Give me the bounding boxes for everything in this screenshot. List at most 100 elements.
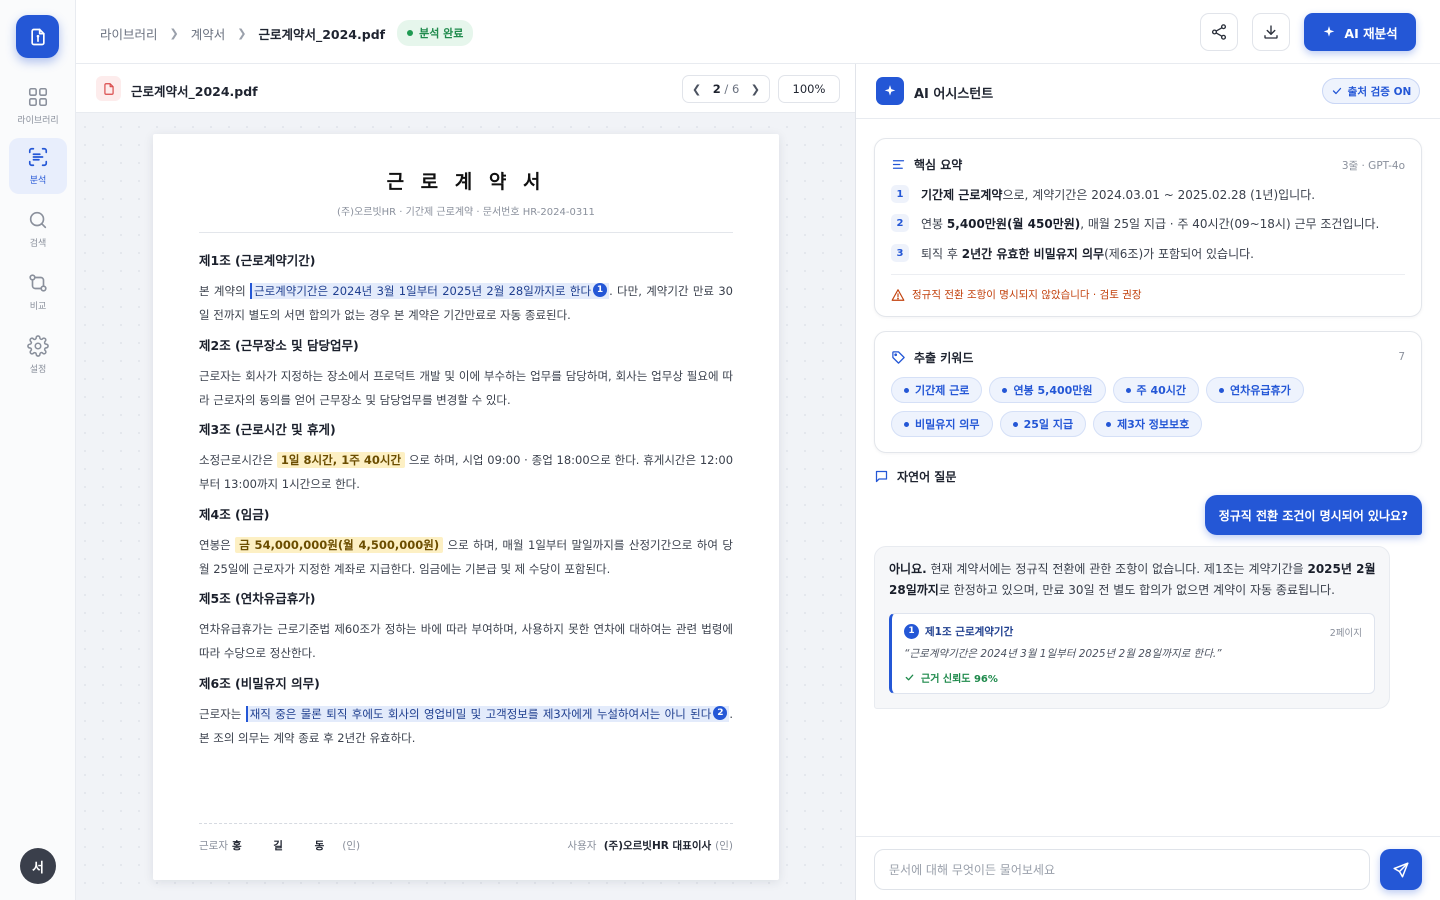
source-citation-card[interactable]: 1 제1조 근로계약기간 2페이지 “근로계약기간은 2024년 3월 1일부터…: [889, 613, 1375, 694]
breadcrumb-library[interactable]: 라이브러리: [100, 24, 158, 43]
document-viewer: 근로계약서_2024.pdf ❮ 2 / 6 ❯ 100% 근 로 계 약 서 …: [76, 64, 856, 900]
article-heading: 제3조 (근로시간 및 휴게): [199, 422, 336, 437]
document-logo-icon: [30, 28, 45, 45]
check-icon: [1332, 87, 1341, 95]
question-input[interactable]: [874, 849, 1370, 890]
download-icon: [1264, 25, 1278, 39]
cited-highlight[interactable]: 재직 중은 물론 퇴직 후에도 회사의 영업비밀 및 고객정보를 제3자에게 누…: [245, 706, 730, 722]
cited-highlight[interactable]: 근로계약기간은 2024년 3월 1일부터 2025년 2월 28일까지로 한다…: [250, 283, 610, 299]
keyword-chip[interactable]: 기간제 근로: [891, 377, 983, 403]
article-body: 연봉은 금 54,000,000원(월 4,500,000원) 으로 하며, 매…: [199, 537, 733, 576]
summary-divider: [891, 274, 1405, 275]
viewer-toolbar: 근로계약서_2024.pdf ❮ 2 / 6 ❯ 100%: [76, 64, 855, 113]
warning-triangle-icon: [891, 288, 905, 301]
summary-meta: 3줄 · GPT-4o: [1341, 160, 1405, 172]
ai-answer-text: 아니요. 현재 계약서에는 정규직 전환에 관한 조항이 없습니다. 제1조는 …: [889, 562, 1376, 597]
key-value-highlight[interactable]: 1일 8시간, 1주 40시간: [276, 452, 406, 468]
article-body: 근로자는 회사가 지정하는 장소에서 프로덕트 개발 및 이에 부수하는 업무를…: [199, 369, 733, 407]
source-verify-toggle[interactable]: 출처 검증 ON: [1322, 78, 1420, 104]
document-title: 근 로 계 약 서: [386, 171, 546, 193]
zoom-level-button[interactable]: 100%: [778, 75, 840, 103]
chevron-right-icon: ❯: [237, 26, 247, 40]
status-dot-icon: [407, 30, 414, 36]
article-heading: 제5조 (연차유급휴가): [199, 591, 316, 606]
pdf-file-icon: [96, 76, 121, 101]
status-badge: 분석 완료: [397, 20, 474, 46]
breadcrumb-contracts[interactable]: 계약서: [191, 24, 226, 43]
document-meta: (주)오르빗HR · 기간제 근로계약 · 문서번호 HR-2024-0311: [337, 207, 595, 218]
keyword-chip[interactable]: 주 40시간: [1112, 377, 1200, 403]
article-3: 제3조 (근로시간 및 휴게) 소정근로시간은 1일 8시간, 1주 40시간 …: [199, 419, 733, 496]
share-button[interactable]: [1200, 13, 1238, 51]
source-page: 2페이지: [1329, 628, 1362, 639]
page-indicator: 2 / 6: [712, 82, 740, 96]
keyword-chip[interactable]: 연차유급휴가: [1206, 377, 1304, 403]
summary-card: 핵심 요약 3줄 · GPT-4o 1 기간제 근로계약으로, 계약기간은 20…: [874, 138, 1422, 317]
rail-item-library[interactable]: 라이브러리: [9, 78, 67, 134]
keyword-chip[interactable]: 25일 지급: [999, 411, 1087, 437]
rail-item-label: 설정: [29, 365, 47, 375]
download-button[interactable]: [1252, 13, 1290, 51]
keyword-chip[interactable]: 비밀유지 의무: [891, 411, 993, 437]
keywords-count: 7: [1398, 351, 1405, 363]
search-icon: [29, 211, 47, 229]
sparkle-icon: [1324, 26, 1335, 37]
sparkle-icon: [876, 77, 904, 105]
article-2: 제2조 (근무장소 및 담당업무) 근로자는 회사가 지정하는 장소에서 프로덕…: [199, 335, 733, 412]
rail-item-analysis[interactable]: 분석: [9, 138, 67, 194]
citation-marker[interactable]: 2: [713, 706, 728, 720]
document-page: 근 로 계 약 서 (주)오르빗HR · 기간제 근로계약 · 문서번호 HR-…: [153, 134, 779, 880]
assistant-header: AI 어시스턴트 출처 검증 ON: [856, 64, 1440, 119]
message-square-icon: [875, 470, 888, 483]
ai-reanalyze-label: AI 재분석: [1344, 25, 1398, 41]
article-heading: 제6조 (비밀유지 의무): [199, 676, 320, 691]
article-body: 근로자는 재직 중은 물론 퇴직 후에도 회사의 영업비밀 및 고객정보를 제3…: [199, 706, 733, 745]
app-logo[interactable]: [16, 15, 59, 58]
rail-item-compare[interactable]: 비교: [9, 264, 67, 320]
breadcrumb: 라이브러리 ❯ 계약서 ❯ 근로계약서_2024.pdf 분석 완료: [100, 20, 474, 46]
user-question-bubble: 정규직 전환 조건이 명시되어 있나요?: [1204, 495, 1422, 535]
keyword-chip[interactable]: 연봉 5,400만원: [989, 377, 1106, 403]
title-divider: [199, 232, 733, 233]
worker-signature: 근로자 홍 길 동 (인): [199, 840, 361, 852]
gear-icon: [27, 335, 49, 357]
citation-marker: 1: [904, 624, 919, 639]
article-body: 소정근로시간은 1일 8시간, 1주 40시간 으로 하며, 시업 09:00 …: [199, 452, 734, 491]
review-warning: 정규직 전환 조항이 명시되지 않았습니다 · 검토 권장: [891, 287, 1142, 302]
article-body: 본 계약의 근로계약기간은 2024년 3월 1일부터 2025년 2월 28일…: [199, 283, 733, 322]
top-bar: 라이브러리 ❯ 계약서 ❯ 근로계약서_2024.pdf 분석 완료 AI 재분…: [76, 0, 1440, 64]
keywords-card: 추출 키워드 7 기간제 근로 연봉 5,400만원 주 40시간 연차유급휴가…: [874, 331, 1422, 453]
rail-item-label: 라이브러리: [17, 116, 59, 126]
article-heading: 제4조 (임금): [199, 507, 270, 522]
keywords-title: 추출 키워드: [891, 349, 973, 366]
breadcrumb-current-file: 근로계약서_2024.pdf: [258, 26, 386, 42]
article-heading: 제1조 (근로계약기간): [199, 253, 316, 268]
next-page-button[interactable]: ❯: [751, 83, 760, 96]
user-avatar[interactable]: 서: [20, 848, 56, 884]
rail-item-settings[interactable]: 설정: [9, 327, 67, 383]
keyword-chip[interactable]: 제3자 정보보호: [1093, 411, 1203, 437]
ai-reanalyze-button[interactable]: AI 재분석: [1304, 13, 1416, 51]
employer-signature: 사용자 (주)오르빗HR 대표이사 (인): [567, 840, 733, 852]
scan-text-icon: [28, 147, 48, 167]
assistant-title: AI 어시스턴트: [914, 87, 994, 102]
summary-item: 1 기간제 근로계약으로, 계약기간은 2024.03.01 ~ 2025.02…: [891, 185, 1315, 203]
send-button[interactable]: [1380, 849, 1422, 890]
align-left-icon: [892, 160, 905, 169]
rail-item-search[interactable]: 검색: [9, 201, 67, 257]
tag-icon: [892, 351, 905, 364]
article-4: 제4조 (임금) 연봉은 금 54,000,000원(월 4,500,000원)…: [199, 504, 733, 581]
rail-item-label: 비교: [29, 302, 47, 312]
left-rail: 라이브러리 분석 검색 비교 설정 서: [0, 0, 76, 900]
citation-marker[interactable]: 1: [593, 283, 608, 297]
prev-page-button[interactable]: ❮: [692, 83, 701, 96]
summary-item: 3 퇴직 후 2년간 유효한 비밀유지 의무(제6조)가 포함되어 있습니다.: [891, 244, 1254, 262]
rail-item-label: 검색: [29, 239, 47, 249]
source-quote: “근로계약기간은 2024년 3월 1일부터 2025년 2월 28일까지로 한…: [904, 648, 1222, 660]
page-navigator: ❮ 2 / 6 ❯: [682, 75, 770, 103]
compare-icon: [29, 274, 47, 292]
rail-item-label: 분석: [29, 176, 47, 186]
summary-title: 핵심 요약: [891, 156, 962, 173]
article-1: 제1조 (근로계약기간) 본 계약의 근로계약기간은 2024년 3월 1일부터…: [199, 250, 733, 327]
key-value-highlight[interactable]: 금 54,000,000원(월 4,500,000원): [235, 537, 444, 553]
